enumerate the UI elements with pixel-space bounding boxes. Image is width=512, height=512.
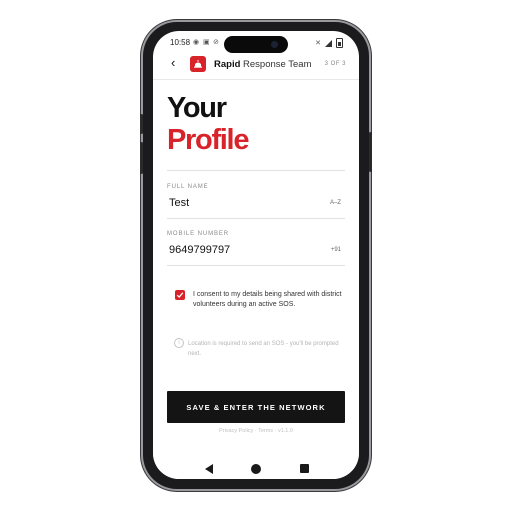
info-icon: i	[174, 338, 184, 348]
sync-icon: ⊘	[213, 39, 219, 46]
status-bar: 10:58 ◉ ▣ ⊘ ✕	[153, 37, 359, 51]
step-indicator: 3 OF 3	[324, 61, 346, 67]
nav-recents-icon[interactable]	[300, 464, 309, 473]
mobile-number-label: MOBILE NUMBER	[167, 231, 230, 237]
nav-home-icon[interactable]	[251, 464, 261, 474]
page-title-line2: Profile	[167, 124, 249, 156]
footer-links[interactable]: Privacy Policy · Terms · v1.1.0	[153, 428, 359, 434]
country-code-hint: +91	[330, 247, 341, 253]
status-right: ✕	[315, 38, 343, 48]
brand-name: Rapid Response Team	[214, 59, 312, 70]
volume-up-button	[140, 114, 143, 134]
mobile-number-underline	[167, 265, 345, 266]
consent-checkbox[interactable]	[175, 290, 185, 300]
status-time: 10:58	[170, 38, 191, 47]
consent-text: I consent to my details being shared wit…	[193, 291, 342, 308]
location-info-text: Location is required to send an SOS - yo…	[188, 341, 339, 357]
brand-name-bold: Rapid	[214, 59, 241, 70]
back-arrow-icon[interactable]: ‹	[171, 55, 175, 70]
full-name-field[interactable]: Test	[169, 197, 189, 209]
brand-name-rest: Response Team	[240, 59, 312, 70]
app-bar: ‹ Rapid Response Team 3 OF 3	[153, 53, 359, 77]
power-button	[369, 132, 372, 172]
system-nav-bar	[153, 455, 359, 479]
full-name-label: FULL NAME	[167, 184, 209, 190]
app-bar-divider	[153, 79, 359, 80]
full-name-underline	[167, 218, 345, 219]
mobile-number-field[interactable]: 9649799797	[169, 244, 230, 256]
volume-down-button	[140, 142, 143, 174]
phone-screen: 10:58 ◉ ▣ ⊘ ✕ ‹ Rapid Response Team 3 OF…	[153, 31, 359, 479]
notification-icon: ◉	[193, 39, 200, 46]
save-enter-network-button[interactable]: SAVE & ENTER THE NETWORK	[167, 391, 345, 423]
app-notification-icon: ▣	[203, 39, 210, 46]
title-divider	[167, 170, 345, 171]
page-title-line1: Your	[167, 92, 227, 124]
checkmark-icon	[176, 292, 184, 298]
full-name-hint: A–Z	[329, 200, 341, 206]
signal-icon	[325, 39, 332, 47]
brand-logo-icon	[190, 56, 206, 72]
nav-back-icon[interactable]	[205, 464, 213, 474]
mute-icon: ✕	[315, 40, 321, 47]
battery-icon	[336, 38, 343, 48]
